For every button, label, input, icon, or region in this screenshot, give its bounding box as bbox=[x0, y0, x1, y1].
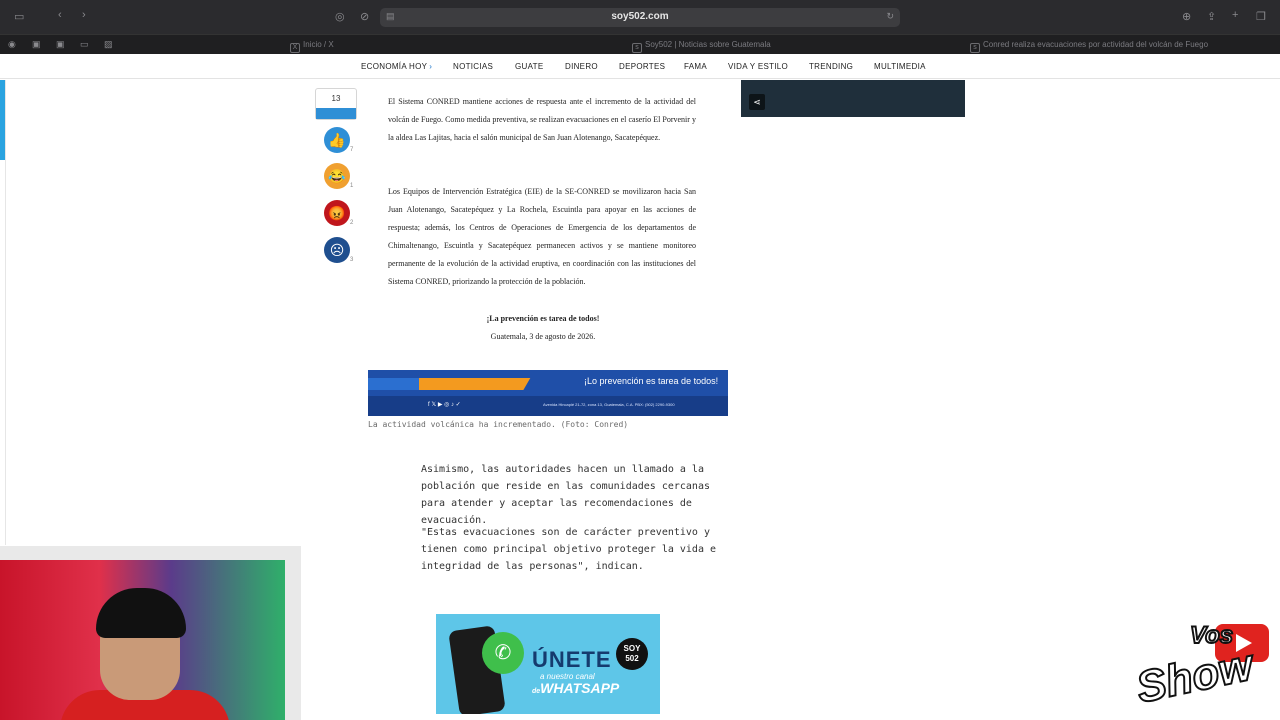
banner-footer: f 𝕏 ▶ ◎ ♪ ✓ Avenida Hincapié 21-72, zona… bbox=[368, 396, 728, 416]
sidebar-toggle-icon[interactable]: ▭ bbox=[14, 10, 24, 23]
reactions-summary[interactable]: 13 bbox=[315, 88, 357, 120]
whatsapp-promo[interactable]: ✆ ÚNETE a nuestro canal deWHATSAPP SOY 5… bbox=[436, 614, 660, 714]
nav-item-trending[interactable]: TRENDING bbox=[809, 62, 853, 71]
back-icon[interactable]: ‹ bbox=[58, 9, 62, 21]
site-icon: s bbox=[970, 43, 980, 53]
nav-item-deportes[interactable]: DEPORTES bbox=[619, 62, 665, 71]
angry-icon[interactable]: 😡 bbox=[324, 200, 350, 226]
nav-label: ECONOMÍA HOY bbox=[361, 62, 428, 71]
reaction-count: 7 bbox=[350, 147, 354, 153]
site-icon: s bbox=[632, 43, 642, 53]
tab-article[interactable]: s Conred realiza evacuaciones por activid… bbox=[970, 35, 1270, 55]
promo-brand-prefix: de bbox=[532, 688, 541, 695]
reactions-bar bbox=[316, 108, 356, 119]
reaction-count: 3 bbox=[350, 257, 354, 263]
article-paragraph: Asimismo, las autoridades hacen un llama… bbox=[421, 464, 710, 526]
document-date: Guatemala, 3 de agosto de 2026. bbox=[490, 332, 596, 341]
address-bar[interactable]: ▤ soy502.com ↻ bbox=[380, 8, 900, 27]
forward-icon[interactable]: › bbox=[82, 9, 86, 21]
document-paragraph: Los Equipos de Intervención Estratégica … bbox=[388, 187, 696, 286]
nav-item-multimedia[interactable]: MULTIMEDIA bbox=[874, 62, 926, 71]
tab-soy502[interactable]: s Soy502 | Noticias sobre Guatemala bbox=[632, 35, 892, 55]
promo-headline: ÚNETE bbox=[532, 647, 612, 672]
shield-icon[interactable]: ◎ bbox=[335, 10, 345, 23]
x-icon: X bbox=[290, 43, 300, 53]
pinned-tab-icon[interactable]: ▨ bbox=[104, 39, 113, 50]
nav-item-fama[interactable]: FAMA bbox=[684, 62, 707, 71]
nav-item-dinero[interactable]: DINERO bbox=[565, 62, 598, 71]
sidebar-card[interactable]: ⋖ bbox=[741, 80, 965, 117]
reactions-total: 13 bbox=[331, 94, 341, 103]
channel-logo-word: Show bbox=[1131, 639, 1258, 713]
tab-label: Inicio / X bbox=[303, 40, 334, 49]
privacy-icon[interactable]: ⊘ bbox=[360, 10, 369, 23]
image-caption: La actividad volcánica ha incrementado. … bbox=[368, 420, 629, 429]
sad-icon[interactable]: ☹ bbox=[324, 237, 350, 263]
reaction-count: 1 bbox=[350, 183, 354, 189]
pinned-tab-icon[interactable]: ▭ bbox=[80, 39, 89, 50]
reload-icon[interactable]: ↻ bbox=[886, 11, 894, 22]
soy502-logo: SOY 502 bbox=[616, 638, 648, 670]
thumbs-up-icon[interactable]: 👍 bbox=[324, 127, 350, 153]
tab-overview-icon[interactable]: ❐ bbox=[1256, 10, 1266, 23]
site-navigation: ECONOMÍA HOY › NOTICIAS GUATE DINERO DEPO… bbox=[0, 54, 1280, 79]
whatsapp-icon: ✆ bbox=[482, 632, 524, 674]
pinned-tab-icon[interactable]: ◉ bbox=[8, 39, 16, 50]
nav-item-guate[interactable]: GUATE bbox=[515, 62, 543, 71]
nav-item-economia[interactable]: ECONOMÍA HOY › bbox=[361, 62, 432, 71]
banner-address: Avenida Hincapié 21-72, zona 13, Guatema… bbox=[543, 402, 675, 407]
reaction-count: 2 bbox=[350, 220, 354, 226]
conred-banner: ¡Lo prevención es tarea de todos! f 𝕏 ▶ … bbox=[368, 370, 728, 416]
download-icon[interactable]: ⊕ bbox=[1182, 10, 1191, 23]
tab-label: Conred realiza evacuaciones por activida… bbox=[983, 40, 1209, 49]
url-text: soy502.com bbox=[611, 11, 669, 22]
social-icons: f 𝕏 ▶ ◎ ♪ ✓ bbox=[428, 402, 461, 408]
divider bbox=[5, 80, 6, 545]
banner-slant bbox=[521, 370, 575, 394]
crying-laugh-icon[interactable]: 😂 bbox=[324, 163, 350, 189]
promo-brand: deWHATSAPP bbox=[532, 680, 619, 696]
tab-bar: ◉ ▣ ▣ ▭ ▨ X Inicio / X s Soy502 | Noticias… bbox=[0, 34, 1280, 54]
article-paragraph: "Estas evacuaciones son de carácter prev… bbox=[421, 527, 717, 572]
pinned-tab-icon[interactable]: ▣ bbox=[56, 39, 65, 50]
document-paragraph: El Sistema CONRED mantiene acciones de r… bbox=[388, 97, 696, 142]
channel-logo: Vos Show bbox=[1130, 621, 1275, 718]
banner-stripe bbox=[368, 378, 538, 390]
browser-toolbar: ▭ ‹ › ◎ ⊘ ▤ soy502.com ↻ ⊕ ⇪ + ❐ bbox=[0, 0, 1280, 34]
document-slogan: ¡La prevención es tarea de todos! bbox=[486, 314, 600, 323]
pinned-tab-icon[interactable]: ▣ bbox=[32, 39, 41, 50]
tab-label: Soy502 | Noticias sobre Guatemala bbox=[645, 40, 771, 49]
share-icon[interactable]: ⋖ bbox=[749, 94, 765, 110]
banner-slogan: ¡Lo prevención es tarea de todos! bbox=[584, 376, 719, 386]
chevron-right-icon: › bbox=[429, 62, 433, 71]
nav-item-noticias[interactable]: NOTICIAS bbox=[453, 62, 493, 71]
new-tab-icon[interactable]: + bbox=[1232, 9, 1238, 21]
tab-x[interactable]: X Inicio / X bbox=[290, 35, 500, 55]
nav-item-vida-y-estilo[interactable]: VIDA Y ESTILO bbox=[728, 62, 788, 71]
promo-brand-name: WHATSAPP bbox=[540, 680, 620, 696]
share-icon[interactable]: ⇪ bbox=[1207, 10, 1216, 23]
webcam-overlay bbox=[0, 546, 301, 720]
